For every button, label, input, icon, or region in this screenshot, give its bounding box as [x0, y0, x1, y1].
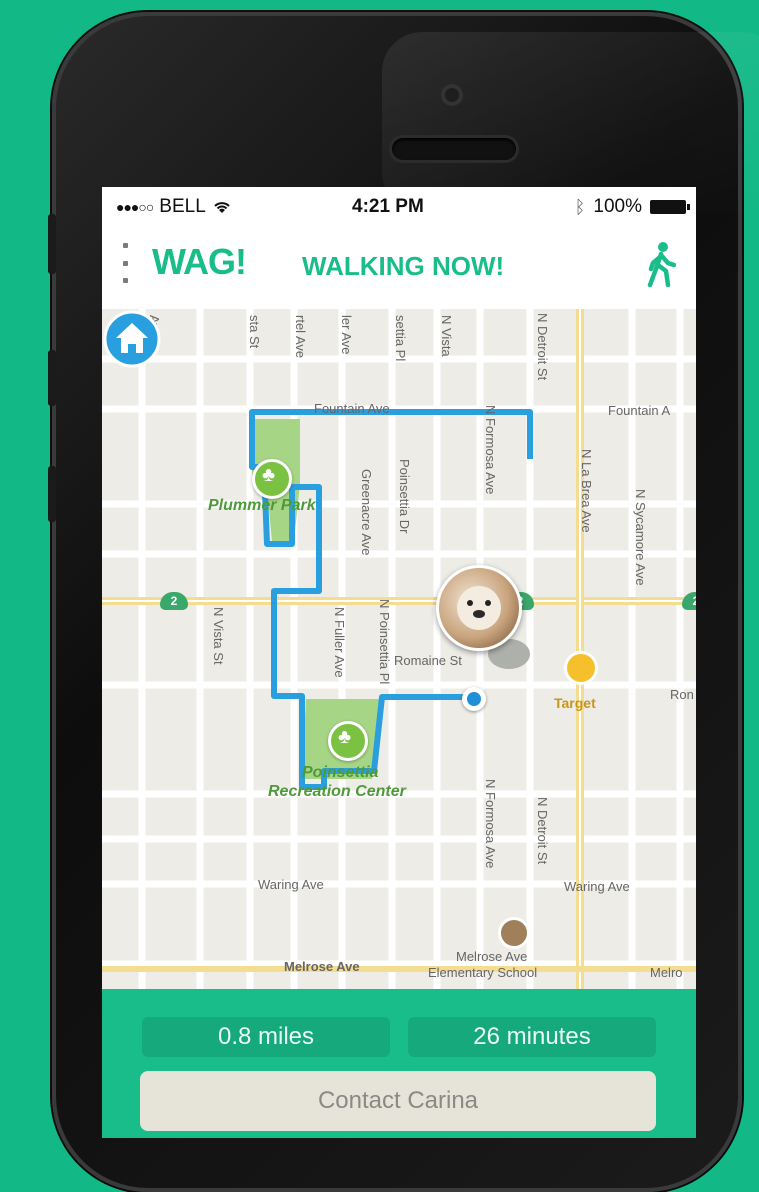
status-left: ●●●○○ BELL [116, 196, 232, 218]
distance-stat: 0.8 miles [142, 1017, 390, 1057]
street-label: Waring Ave [258, 877, 324, 892]
school-icon[interactable] [498, 917, 530, 949]
dog-avatar[interactable] [436, 565, 522, 651]
street-label: N Formosa Ave [483, 405, 498, 495]
contact-walker-button[interactable]: Contact Carina [140, 1071, 656, 1131]
street-label: N Vista St [211, 607, 226, 665]
page-title: WALKING NOW! [302, 251, 505, 281]
bluetooth-icon: ᛒ [574, 196, 586, 217]
street-label: Fountain A [608, 403, 671, 418]
dog-face [457, 586, 501, 630]
battery-percent: 100% [593, 196, 642, 217]
street-label: N Detroit St [535, 797, 550, 865]
park-label: Recreation Center [268, 783, 406, 800]
front-camera [441, 84, 463, 106]
volume-up-button [48, 350, 56, 406]
status-bar: ●●●○○ BELL 4:21 PM ᛒ 100% [102, 187, 696, 227]
duration-stat: 26 minutes [408, 1017, 656, 1057]
park-label: Poinsettia [302, 764, 379, 781]
street-label: sta St [247, 315, 262, 349]
poi-label: Melrose Ave [456, 949, 528, 964]
mute-switch [48, 214, 56, 274]
current-location-icon [462, 687, 486, 711]
walking-person-icon[interactable] [646, 241, 676, 287]
street-label: N Vista [439, 315, 454, 357]
poi-label: Elementary School [428, 965, 538, 980]
poi-label: Target [554, 695, 596, 711]
wifi-icon [214, 202, 230, 213]
tree-icon[interactable] [328, 721, 368, 761]
wag-logo: WAG! [152, 241, 247, 282]
street-label: Melro [650, 965, 683, 980]
street-label: Poinsettia Dr [397, 459, 412, 534]
walk-summary-panel: 0.8 miles 26 minutes Contact Carina [102, 989, 696, 1138]
park-label: Plummer Park [208, 497, 316, 514]
street-label: Fountain Ave [314, 401, 390, 416]
target-icon[interactable] [564, 651, 598, 685]
signal-strength-icon: ●●●○○ [116, 199, 154, 215]
volume-down-button [48, 466, 56, 522]
street-label: N Fuller Ave [332, 607, 347, 678]
street-label: N Sycamore Ave [633, 489, 648, 586]
street-label: N Poinsettia Pl [377, 599, 392, 685]
battery-icon [650, 200, 690, 214]
street-label: N Formosa Ave [483, 779, 498, 869]
street-label: Romaine St [394, 653, 462, 668]
street-label: N Detroit St [535, 313, 550, 381]
carrier-name: BELL [159, 196, 206, 217]
menu-icon[interactable] [120, 243, 130, 283]
app-header: WAG! WALKING NOW! [102, 227, 696, 310]
street-label: Ron [670, 687, 694, 702]
phone-glare [382, 32, 759, 212]
walk-map[interactable]: Fountain Ave Fountain A Romaine St Warin… [102, 309, 696, 989]
status-time: 4:21 PM [352, 196, 424, 217]
earpiece-speaker [392, 138, 516, 160]
street-label: N La Brea Ave [579, 449, 594, 533]
street-label: settia Pl [393, 315, 408, 362]
route-badge: 2 [160, 592, 188, 610]
street-label: rtel Ave [293, 315, 308, 359]
status-right: ᛒ 100% [574, 196, 690, 218]
home-icon[interactable] [102, 309, 162, 373]
phone-screen: ●●●○○ BELL 4:21 PM ᛒ 100% WAG! WALKING N… [102, 187, 696, 1138]
street-label: Melrose Ave [284, 959, 360, 974]
street-label: ler Ave [339, 315, 354, 355]
street-label: Waring Ave [564, 879, 630, 894]
street-label: Greenacre Ave [359, 469, 374, 556]
tree-icon[interactable] [252, 459, 292, 499]
